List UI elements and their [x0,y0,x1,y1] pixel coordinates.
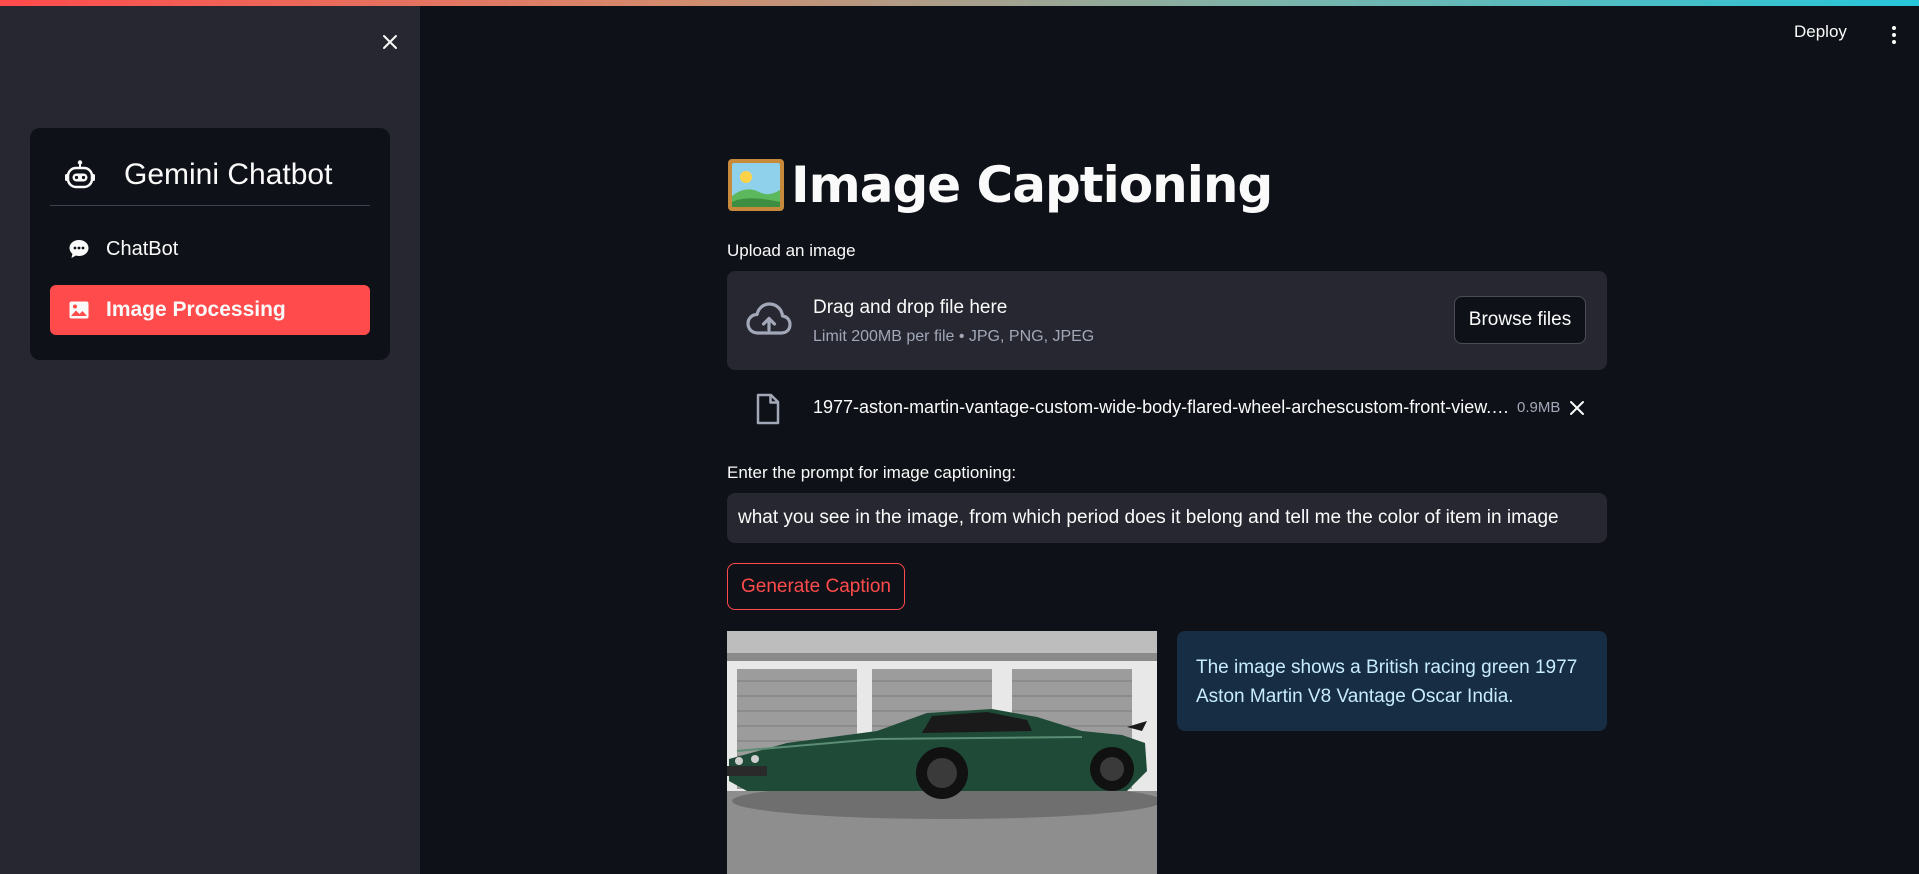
close-icon [383,35,397,49]
page-heading: Image Captioning [791,156,1273,214]
deploy-button[interactable]: Deploy [1794,22,1847,42]
nav-menu: Gemini Chatbot ChatBot Image Processing [30,128,390,360]
framed-picture-icon [728,159,784,211]
prompt-label: Enter the prompt for image captioning: [727,463,1017,482]
uploaded-file: 1977-aston-martin-vantage-custom-wide-bo… [727,388,1607,428]
generate-caption-button[interactable]: Generate Caption [727,563,905,610]
kebab-dot [1892,40,1896,44]
browse-files-button[interactable]: Browse files [1454,296,1586,344]
caption-result: The image shows a British racing green 1… [1177,631,1607,731]
main-menu-button[interactable] [1882,22,1906,48]
file-icon [756,393,780,425]
dropzone-instructions: Drag and drop file here [813,297,1008,318]
cloud-upload-icon [746,302,792,335]
remove-file-button[interactable] [1565,396,1589,420]
page-title: Image Captioning [727,150,1273,220]
kebab-dot [1892,33,1896,37]
prompt-input[interactable] [727,493,1607,543]
nav-item-image-processing[interactable]: Image Processing [50,285,370,335]
sidebar: Gemini Chatbot ChatBot Image Processing [0,6,420,874]
uploaded-file-size: 0.9MB [1517,399,1561,416]
robot-icon [60,155,100,195]
nav-item-chatbot[interactable]: ChatBot [50,224,370,274]
dropzone-limit: Limit 200MB per file • JPG, PNG, JPEG [813,328,1095,345]
nav-menu-header: Gemini Chatbot [50,144,370,206]
chat-bubble-icon [66,236,92,262]
uploaded-file-name: 1977-aston-martin-vantage-custom-wide-bo… [813,397,1513,417]
app-title: Gemini Chatbot [124,157,333,191]
image-icon [66,297,92,323]
uploaded-car-image [727,631,1157,874]
nav-item-label: Image Processing [106,298,286,321]
nav-item-label: ChatBot [106,237,179,260]
close-sidebar-button[interactable] [376,28,404,56]
close-icon [1570,401,1584,415]
file-dropzone[interactable]: Drag and drop file here Limit 200MB per … [727,271,1607,370]
kebab-dot [1892,26,1896,30]
upload-label: Upload an image [727,241,856,260]
